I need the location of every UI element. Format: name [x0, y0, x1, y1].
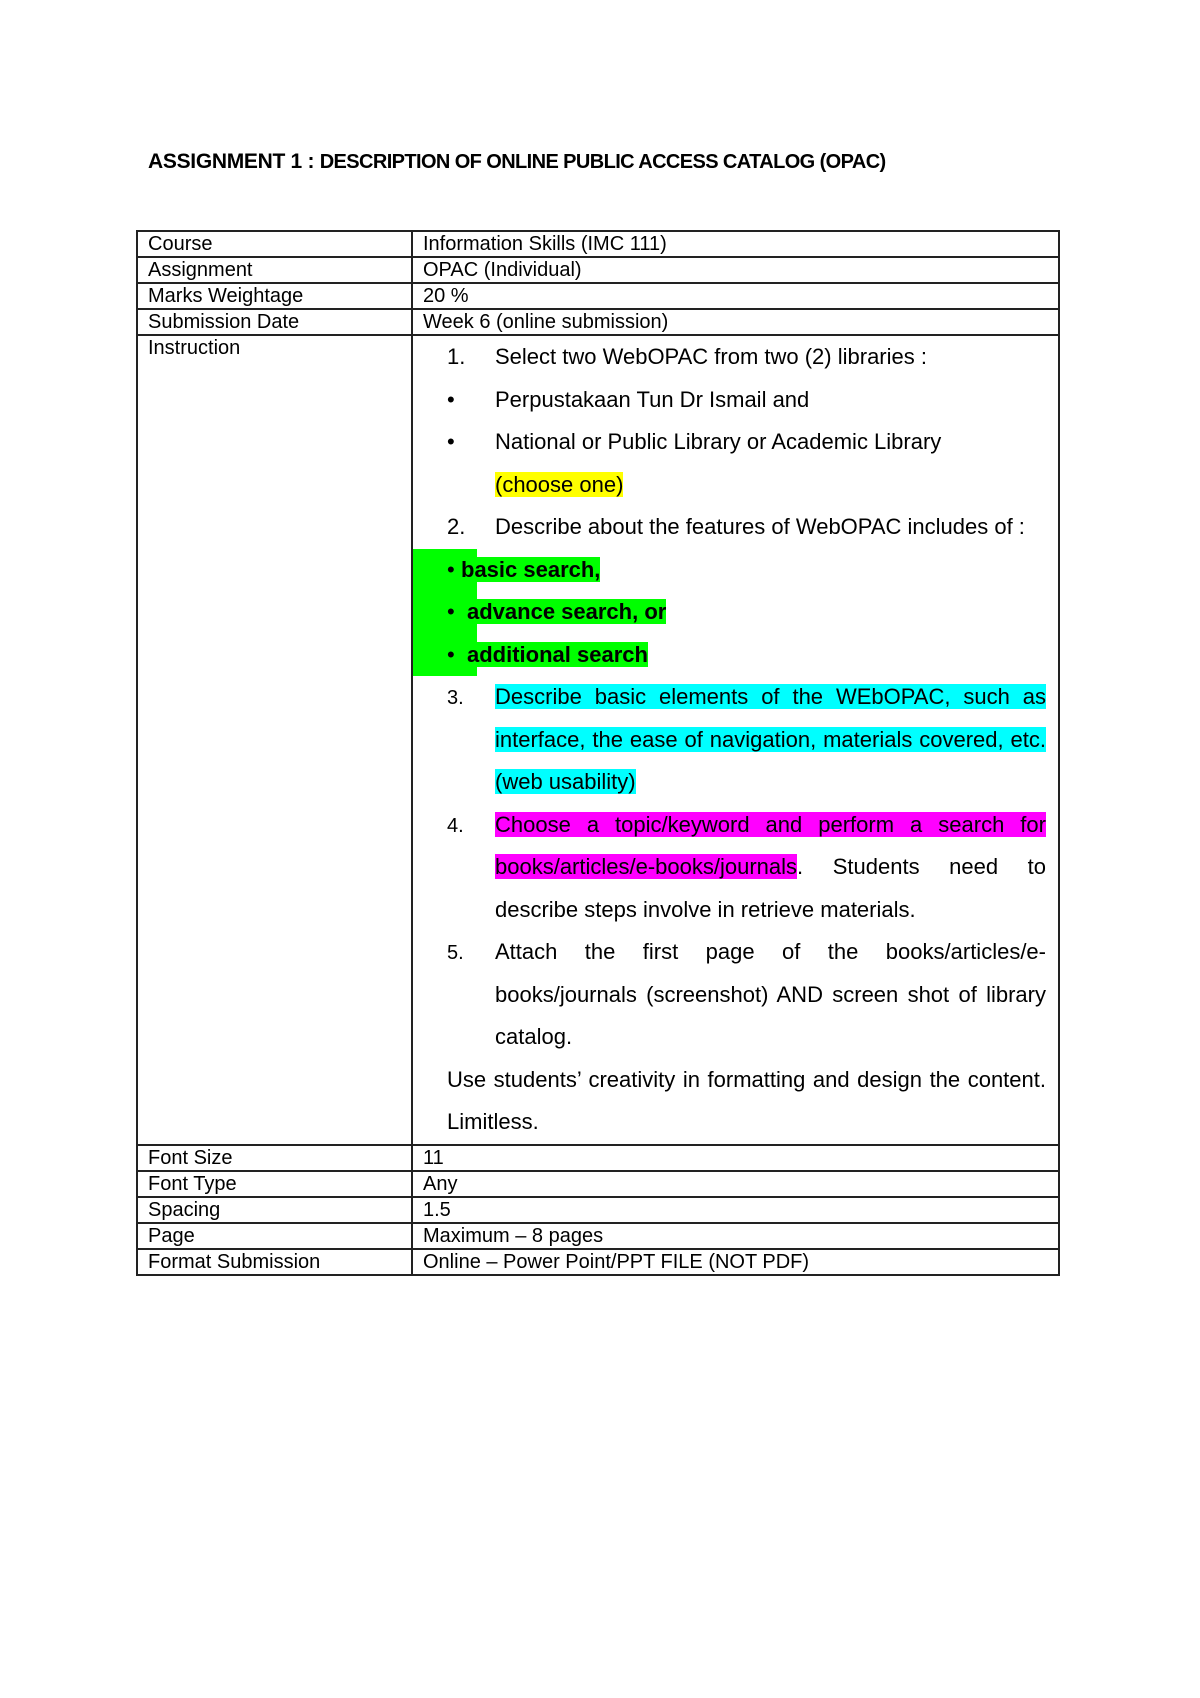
row-value: 1.5 [411, 1195, 1060, 1224]
bullet-text: advance search, or [461, 599, 667, 624]
instruction-item-3: 3. Describe basic elements of the WEbOPA… [413, 676, 1046, 804]
document-title: ASSIGNMENT 1 : DESCRIPTION OF ONLINE PUB… [148, 150, 886, 174]
item-text: Attach the first page of the books/artic… [495, 939, 1046, 1049]
instruction-item-5: 5. Attach the first page of the books/ar… [413, 931, 1046, 1059]
table-row-submission-date: Submission Date Week 6 (online submissio… [136, 308, 1060, 336]
row-label: Format Submission [136, 1247, 413, 1276]
item-text-highlight: Describe basic elements of the WEbOPAC, … [495, 684, 1046, 752]
row-label: Course [136, 230, 413, 258]
table-row-spacing: Spacing 1.5 [136, 1195, 1060, 1224]
bullet-icon: • [413, 591, 477, 634]
instruction-cell: 1. Select two WebOPAC from two (2) libra… [411, 334, 1060, 1146]
item-number: 5. [447, 942, 464, 964]
table-row-instruction: Instruction 1. Select two WebOPAC from t… [136, 334, 1060, 1146]
row-label: Instruction [136, 334, 413, 1146]
bullet-icon: • [447, 429, 455, 454]
table-row-page: Page Maximum – 8 pages [136, 1221, 1060, 1250]
assignment-spec-table: Course Information Skills (IMC 111) Assi… [136, 230, 1060, 1276]
creativity-note: Use students’ creativity in formatting a… [447, 1066, 1046, 1135]
table-row-font-size: Font Size 11 [136, 1143, 1060, 1172]
item-number: 1. [447, 344, 466, 369]
row-label: Font Size [136, 1143, 413, 1172]
row-value: Information Skills (IMC 111) [411, 230, 1060, 258]
library-bullet-1: • Perpustakaan Tun Dr Ismail and [413, 379, 1046, 422]
table-row-font-type: Font Type Any [136, 1169, 1060, 1198]
table-row-marks-weightage: Marks Weightage 20 % [136, 282, 1060, 310]
search-bullet-basic: • basic search, [413, 548, 1046, 591]
instruction-list: 1. Select two WebOPAC from two (2) libra… [413, 336, 1046, 1144]
bullet-icon: • [413, 548, 477, 591]
instruction-item-4: 4. Choose a topic/keyword and perform a … [413, 804, 1046, 932]
row-value: OPAC (Individual) [411, 256, 1060, 284]
title-main: DESCRIPTION OF ONLINE PUBLIC ACCESS CATA… [319, 151, 887, 173]
title-prefix: ASSIGNMENT 1 : [148, 150, 320, 173]
row-label: Font Type [136, 1169, 413, 1198]
item-text: Describe about the features of WebOPAC i… [495, 514, 1025, 539]
row-label: Submission Date [136, 308, 413, 336]
web-usability-highlight: (web usability) [495, 769, 636, 794]
row-value: Online – Power Point/PPT FILE (NOT PDF) [411, 1247, 1060, 1276]
instruction-item-2: 2. Describe about the features of WebOPA… [413, 506, 1046, 549]
row-value: Maximum – 8 pages [411, 1221, 1060, 1250]
search-bullet-advance: • advance search, or [413, 591, 1046, 634]
table-row-assignment: Assignment OPAC (Individual) [136, 256, 1060, 284]
row-value: 11 [411, 1143, 1060, 1172]
item-number: 2. [447, 514, 466, 539]
bullet-text: additional search [461, 641, 648, 667]
row-label: Page [136, 1221, 413, 1250]
row-value: 20 % [411, 282, 1060, 310]
row-label: Assignment [136, 256, 413, 284]
item-number: 4. [447, 814, 464, 837]
bullet-text: basic search, [461, 556, 601, 582]
item-text: Select two WebOPAC from two (2) librarie… [495, 344, 927, 369]
search-bullet-additional: • additional search [413, 633, 1046, 676]
bullet-text: Perpustakaan Tun Dr Ismail and [495, 386, 810, 412]
library-bullet-2: • National or Public Library or Academic… [413, 421, 1046, 506]
item-number: 3. [447, 687, 464, 709]
bullet-text: National or Public Library or Academic L… [495, 421, 1046, 506]
table-row-course: Course Information Skills (IMC 111) [136, 230, 1060, 258]
row-value: Any [411, 1169, 1060, 1198]
row-label: Marks Weightage [136, 282, 413, 310]
bullet-icon: • [413, 633, 477, 676]
bullet-icon: • [447, 386, 455, 412]
row-label: Spacing [136, 1195, 413, 1224]
table-row-format-submission: Format Submission Online – Power Point/P… [136, 1247, 1060, 1276]
bullet-text-main: National or Public Library or Academic L… [495, 429, 942, 454]
row-value: Week 6 (online submission) [411, 308, 1060, 336]
choose-one-highlight: (choose one) [495, 471, 624, 497]
instruction-item-1: 1. Select two WebOPAC from two (2) libra… [413, 336, 1046, 379]
